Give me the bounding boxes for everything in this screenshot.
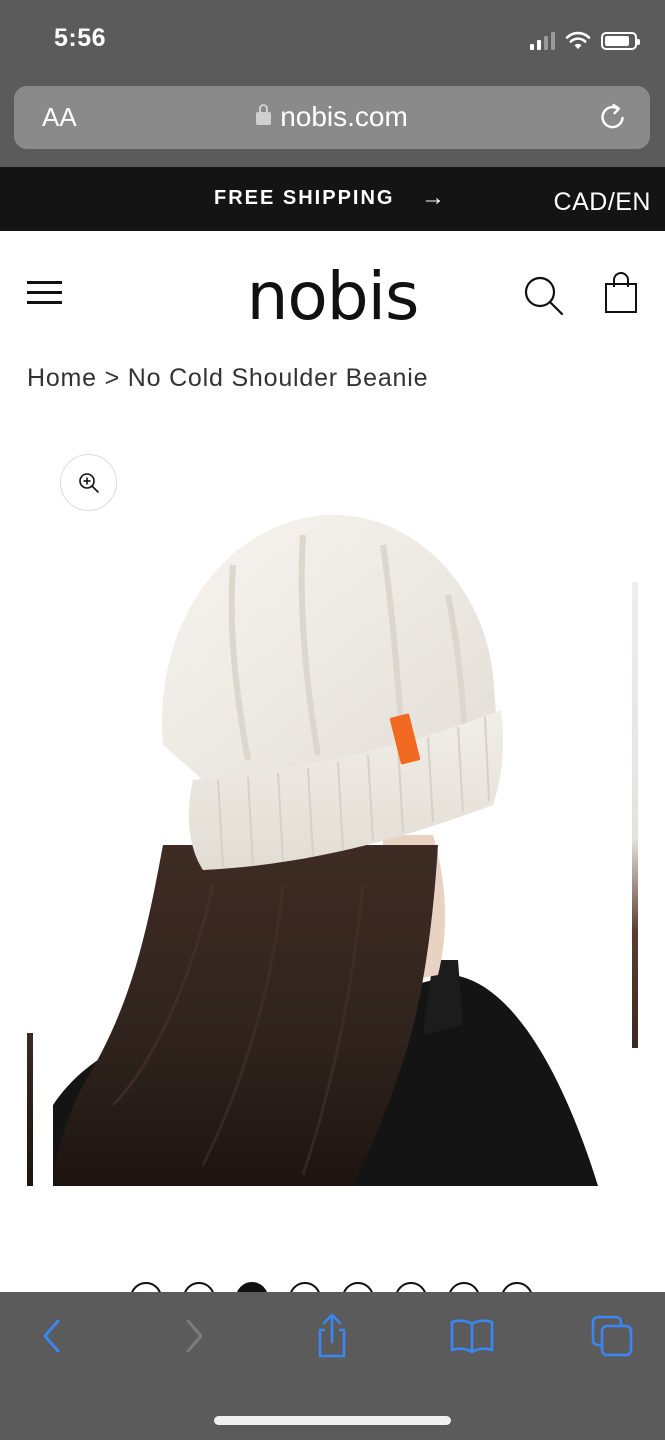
bookmarks-icon	[450, 1319, 494, 1354]
back-icon	[43, 1319, 60, 1353]
shopping-bag-icon[interactable]	[604, 272, 638, 314]
url-field[interactable]: nobis.com	[14, 101, 650, 133]
back-button[interactable]	[30, 1314, 74, 1358]
promo-banner[interactable]: FREE SHIPPING → CAD/EN	[0, 167, 665, 231]
url-text: nobis.com	[280, 101, 408, 132]
home-indicator[interactable]	[214, 1416, 451, 1425]
site-logo[interactable]: nobis	[0, 258, 665, 335]
search-icon[interactable]	[522, 274, 564, 316]
lock-icon	[256, 104, 272, 125]
locale-selector[interactable]: CAD/EN	[554, 188, 651, 217]
tabs-button[interactable]	[590, 1314, 634, 1358]
next-slide-preview[interactable]	[632, 582, 638, 1048]
status-icons	[530, 30, 640, 52]
previous-slide-preview[interactable]	[27, 1033, 33, 1186]
share-icon	[318, 1313, 346, 1358]
breadcrumb[interactable]: Home > No Cold Shoulder Beanie	[27, 364, 428, 393]
bookmarks-button[interactable]	[450, 1314, 494, 1358]
cellular-signal-icon	[530, 32, 555, 50]
status-time: 5:56	[54, 24, 107, 52]
arrow-right-icon: →	[421, 184, 445, 211]
wifi-icon	[565, 31, 591, 49]
forward-icon	[186, 1319, 203, 1353]
browser-top-chrome: 5:56 AA nobis.com	[0, 0, 665, 167]
forward-button[interactable]	[172, 1314, 216, 1358]
product-image[interactable]	[53, 505, 613, 1186]
tabs-icon	[591, 1315, 633, 1357]
zoom-button[interactable]	[60, 454, 117, 511]
share-button[interactable]	[310, 1313, 354, 1358]
battery-icon	[601, 32, 640, 50]
free-shipping-link[interactable]: FREE SHIPPING	[214, 187, 394, 210]
address-bar[interactable]: AA nobis.com	[14, 86, 650, 149]
reload-icon[interactable]	[598, 102, 628, 132]
zoom-in-icon	[78, 472, 99, 493]
